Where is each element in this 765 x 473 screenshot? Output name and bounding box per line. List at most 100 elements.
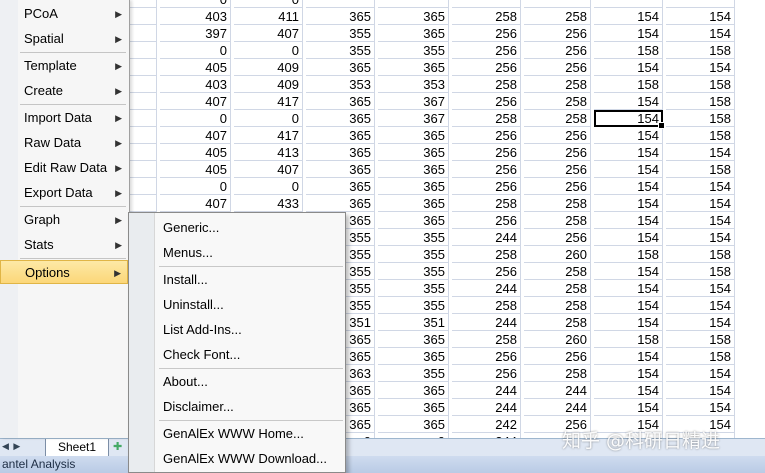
menu-item-graph[interactable]: Graph ▶ <box>18 208 128 232</box>
table-cell[interactable]: 367 <box>378 110 449 127</box>
table-cell[interactable]: 154 <box>594 348 663 365</box>
table-cell[interactable]: 154 <box>666 314 735 331</box>
table-cell[interactable]: 260 <box>524 246 591 263</box>
table-cell[interactable]: 244 <box>524 382 591 399</box>
table-cell[interactable]: 365 <box>378 25 449 42</box>
table-cell[interactable]: 365 <box>378 382 449 399</box>
table-cell[interactable]: 365 <box>378 127 449 144</box>
table-cell[interactable]: 417 <box>234 127 303 144</box>
table-cell[interactable]: 154 <box>666 178 735 195</box>
table-cell[interactable]: 258 <box>524 195 591 212</box>
table-cell[interactable]: 256 <box>452 42 521 59</box>
table-cell[interactable]: 256 <box>452 365 521 382</box>
table-cell[interactable]: 158 <box>666 246 735 263</box>
table-cell[interactable]: 154 <box>666 212 735 229</box>
menu-item-raw-data[interactable]: Raw Data ▶ <box>18 131 128 155</box>
table-cell[interactable]: 158 <box>594 76 663 93</box>
submenu-item-www-home[interactable]: GenAlEx WWW Home... <box>163 422 304 446</box>
table-cell[interactable]: 154 <box>594 314 663 331</box>
table-cell[interactable]: 154 <box>666 195 735 212</box>
table-cell[interactable]: 256 <box>452 161 521 178</box>
table-cell[interactable]: 256 <box>524 25 591 42</box>
table-cell[interactable]: 258 <box>452 246 521 263</box>
table-cell[interactable]: 417 <box>234 93 303 110</box>
table-cell[interactable]: 355 <box>378 280 449 297</box>
table-cell[interactable]: 244 <box>452 314 521 331</box>
submenu-item-uninstall[interactable]: Uninstall... <box>163 293 224 317</box>
table-cell[interactable]: 154 <box>594 399 663 416</box>
table-cell[interactable]: 258 <box>524 365 591 382</box>
table-cell[interactable]: 256 <box>452 25 521 42</box>
table-cell[interactable]: 355 <box>378 229 449 246</box>
table-cell[interactable]: 405 <box>160 161 231 178</box>
table-cell[interactable]: 258 <box>524 93 591 110</box>
table-cell[interactable]: 405 <box>160 59 231 76</box>
table-cell[interactable]: 0 <box>160 42 231 59</box>
table-cell[interactable]: 355 <box>306 25 375 42</box>
table-cell[interactable] <box>666 0 735 8</box>
table-cell[interactable]: 365 <box>306 59 375 76</box>
table-cell[interactable]: 256 <box>524 127 591 144</box>
table-cell[interactable]: 365 <box>378 144 449 161</box>
table-cell[interactable]: 365 <box>378 195 449 212</box>
table-cell[interactable]: 351 <box>378 314 449 331</box>
table-cell[interactable]: 365 <box>378 59 449 76</box>
table-cell[interactable]: 355 <box>378 42 449 59</box>
table-cell[interactable]: 154 <box>594 212 663 229</box>
table-cell[interactable]: 154 <box>594 161 663 178</box>
submenu-item-check-font[interactable]: Check Font... <box>163 343 240 367</box>
table-cell[interactable]: 433 <box>234 195 303 212</box>
table-cell[interactable]: 154 <box>666 59 735 76</box>
table-cell[interactable]: 403 <box>160 76 231 93</box>
table-cell[interactable]: 244 <box>452 399 521 416</box>
table-cell[interactable]: 0 <box>234 110 303 127</box>
table-cell[interactable]: 154 <box>594 229 663 246</box>
table-cell[interactable]: 365 <box>306 161 375 178</box>
table-cell[interactable]: 256 <box>524 42 591 59</box>
table-cell[interactable]: 365 <box>306 178 375 195</box>
table-cell[interactable]: 258 <box>452 195 521 212</box>
menu-item-export-data[interactable]: Export Data ▶ <box>18 181 128 205</box>
table-cell[interactable]: 407 <box>160 127 231 144</box>
table-cell[interactable]: 407 <box>234 25 303 42</box>
table-cell[interactable]: 256 <box>452 178 521 195</box>
table-cell[interactable]: 256 <box>524 229 591 246</box>
table-cell[interactable]: 154 <box>594 263 663 280</box>
submenu-item-list-add-ins[interactable]: List Add-Ins... <box>163 318 242 342</box>
table-cell[interactable]: 256 <box>452 144 521 161</box>
table-cell[interactable]: 0 <box>234 42 303 59</box>
table-cell[interactable] <box>524 0 591 8</box>
menu-item-create[interactable]: Create ▶ <box>18 79 128 103</box>
table-cell[interactable]: 158 <box>666 127 735 144</box>
menu-item-options[interactable]: Options ▶ <box>0 260 128 284</box>
table-cell[interactable]: 258 <box>524 297 591 314</box>
table-cell[interactable]: 154 <box>594 144 663 161</box>
table-cell[interactable]: 256 <box>524 348 591 365</box>
table-cell[interactable]: 355 <box>378 297 449 314</box>
table-cell[interactable]: 0 <box>160 110 231 127</box>
table-cell[interactable]: 258 <box>452 8 521 25</box>
table-cell[interactable]: 154 <box>594 110 665 129</box>
table-cell[interactable]: 365 <box>378 212 449 229</box>
table-cell[interactable]: 154 <box>666 297 735 314</box>
table-cell[interactable]: 244 <box>452 382 521 399</box>
table-cell[interactable]: 256 <box>524 178 591 195</box>
table-cell[interactable]: 365 <box>306 127 375 144</box>
submenu-item-www-download[interactable]: GenAlEx WWW Download... <box>163 447 327 471</box>
table-cell[interactable]: 244 <box>452 229 521 246</box>
table-cell[interactable]: 256 <box>452 263 521 280</box>
table-cell[interactable] <box>594 0 663 8</box>
table-cell[interactable]: 258 <box>452 297 521 314</box>
menu-item-import-data[interactable]: Import Data ▶ <box>18 106 128 130</box>
table-cell[interactable]: 158 <box>666 93 735 110</box>
table-cell[interactable]: 365 <box>378 178 449 195</box>
table-cell[interactable]: 411 <box>234 8 303 25</box>
menu-item-stats[interactable]: Stats ▶ <box>18 233 128 257</box>
table-cell[interactable]: 365 <box>378 331 449 348</box>
table-cell[interactable]: 409 <box>234 59 303 76</box>
submenu-item-menus[interactable]: Menus... <box>163 241 213 265</box>
table-cell[interactable]: 158 <box>594 331 663 348</box>
table-cell[interactable]: 154 <box>594 382 663 399</box>
table-cell[interactable]: 154 <box>666 25 735 42</box>
table-cell[interactable] <box>306 0 375 8</box>
